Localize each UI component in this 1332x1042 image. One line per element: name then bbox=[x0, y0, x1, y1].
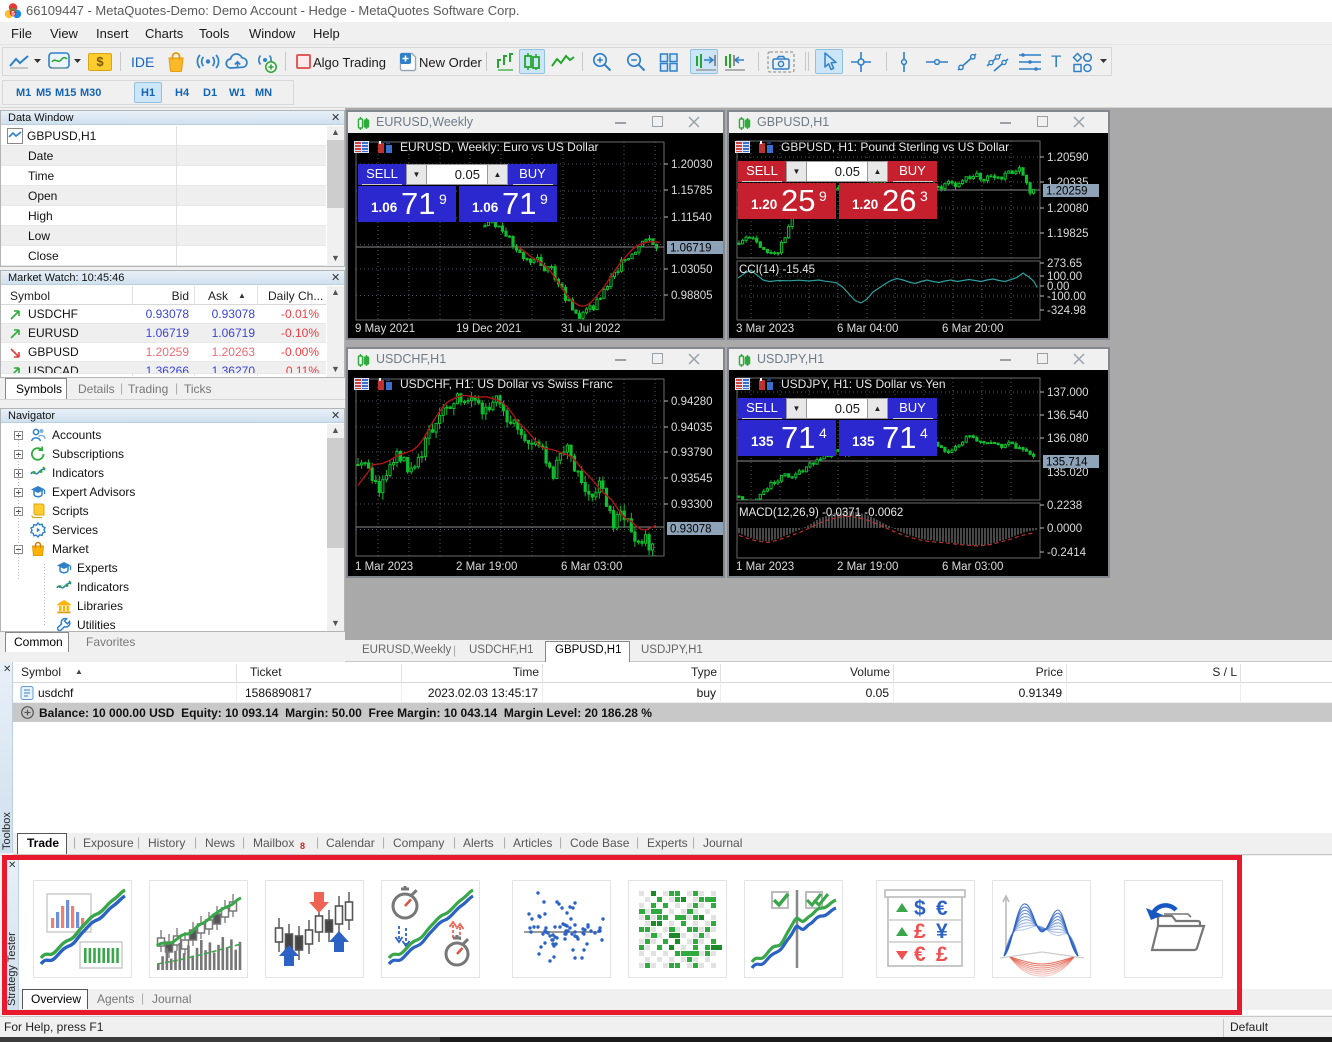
svg-text:-100.00: -100.00 bbox=[1047, 291, 1086, 303]
svg-text:6 Mar 03:00: 6 Mar 03:00 bbox=[942, 561, 1003, 573]
svg-text:136.080: 136.080 bbox=[1047, 433, 1089, 445]
svg-text:2 Mar 19:00: 2 Mar 19:00 bbox=[837, 561, 898, 573]
svg-text:135.714: 135.714 bbox=[1046, 457, 1088, 469]
svg-text:0.93545: 0.93545 bbox=[671, 473, 713, 485]
svg-text:1.19825: 1.19825 bbox=[1047, 228, 1089, 240]
svg-text:0.0000: 0.0000 bbox=[1047, 523, 1082, 535]
svg-text:1.20030: 1.20030 bbox=[671, 159, 713, 171]
svg-text:MACD(12,26,9) -0.0371 -0.0062: MACD(12,26,9) -0.0371 -0.0062 bbox=[739, 507, 903, 519]
svg-text:1.06719: 1.06719 bbox=[670, 243, 712, 255]
svg-text:1.03050: 1.03050 bbox=[671, 264, 713, 276]
svg-text:137.000: 137.000 bbox=[1047, 387, 1089, 399]
svg-text:6 Mar 03:00: 6 Mar 03:00 bbox=[561, 561, 622, 573]
svg-text:-324.98: -324.98 bbox=[1047, 305, 1086, 317]
svg-text:-0.2414: -0.2414 bbox=[1047, 547, 1087, 559]
svg-text:3 Mar 2023: 3 Mar 2023 bbox=[736, 323, 794, 335]
svg-text:0.94035: 0.94035 bbox=[671, 422, 713, 434]
svg-text:6 Mar 20:00: 6 Mar 20:00 bbox=[942, 323, 1003, 335]
svg-text:9 May 2021: 9 May 2021 bbox=[355, 323, 415, 335]
svg-text:1 Mar 2023: 1 Mar 2023 bbox=[355, 561, 413, 573]
svg-text:0.2238: 0.2238 bbox=[1047, 500, 1082, 512]
svg-text:136.540: 136.540 bbox=[1047, 410, 1089, 422]
svg-text:0.93300: 0.93300 bbox=[671, 499, 713, 511]
svg-text:5: 5 bbox=[11, 10, 15, 17]
svg-text:0.98805: 0.98805 bbox=[671, 290, 713, 302]
svg-text:19 Dec 2021: 19 Dec 2021 bbox=[456, 323, 521, 335]
svg-text:0.93790: 0.93790 bbox=[671, 447, 713, 459]
svg-text:0.93078: 0.93078 bbox=[670, 524, 712, 536]
svg-text:1.11540: 1.11540 bbox=[671, 212, 712, 224]
svg-text:6 Mar 04:00: 6 Mar 04:00 bbox=[837, 323, 898, 335]
svg-text:0.94280: 0.94280 bbox=[671, 396, 713, 408]
svg-text:1.20590: 1.20590 bbox=[1047, 152, 1089, 164]
svg-text:1 Mar 2023: 1 Mar 2023 bbox=[736, 561, 794, 573]
svg-text:1.20259: 1.20259 bbox=[1046, 186, 1088, 198]
svg-text:1.20080: 1.20080 bbox=[1047, 203, 1089, 215]
svg-text:273.65: 273.65 bbox=[1047, 258, 1082, 270]
svg-text:CCI(14) -15.45: CCI(14) -15.45 bbox=[739, 264, 815, 276]
svg-text:1.15785: 1.15785 bbox=[671, 185, 713, 197]
svg-text:31 Jul 2022: 31 Jul 2022 bbox=[561, 323, 620, 335]
svg-text:135.020: 135.020 bbox=[1047, 467, 1089, 479]
svg-text:2 Mar 19:00: 2 Mar 19:00 bbox=[456, 561, 517, 573]
